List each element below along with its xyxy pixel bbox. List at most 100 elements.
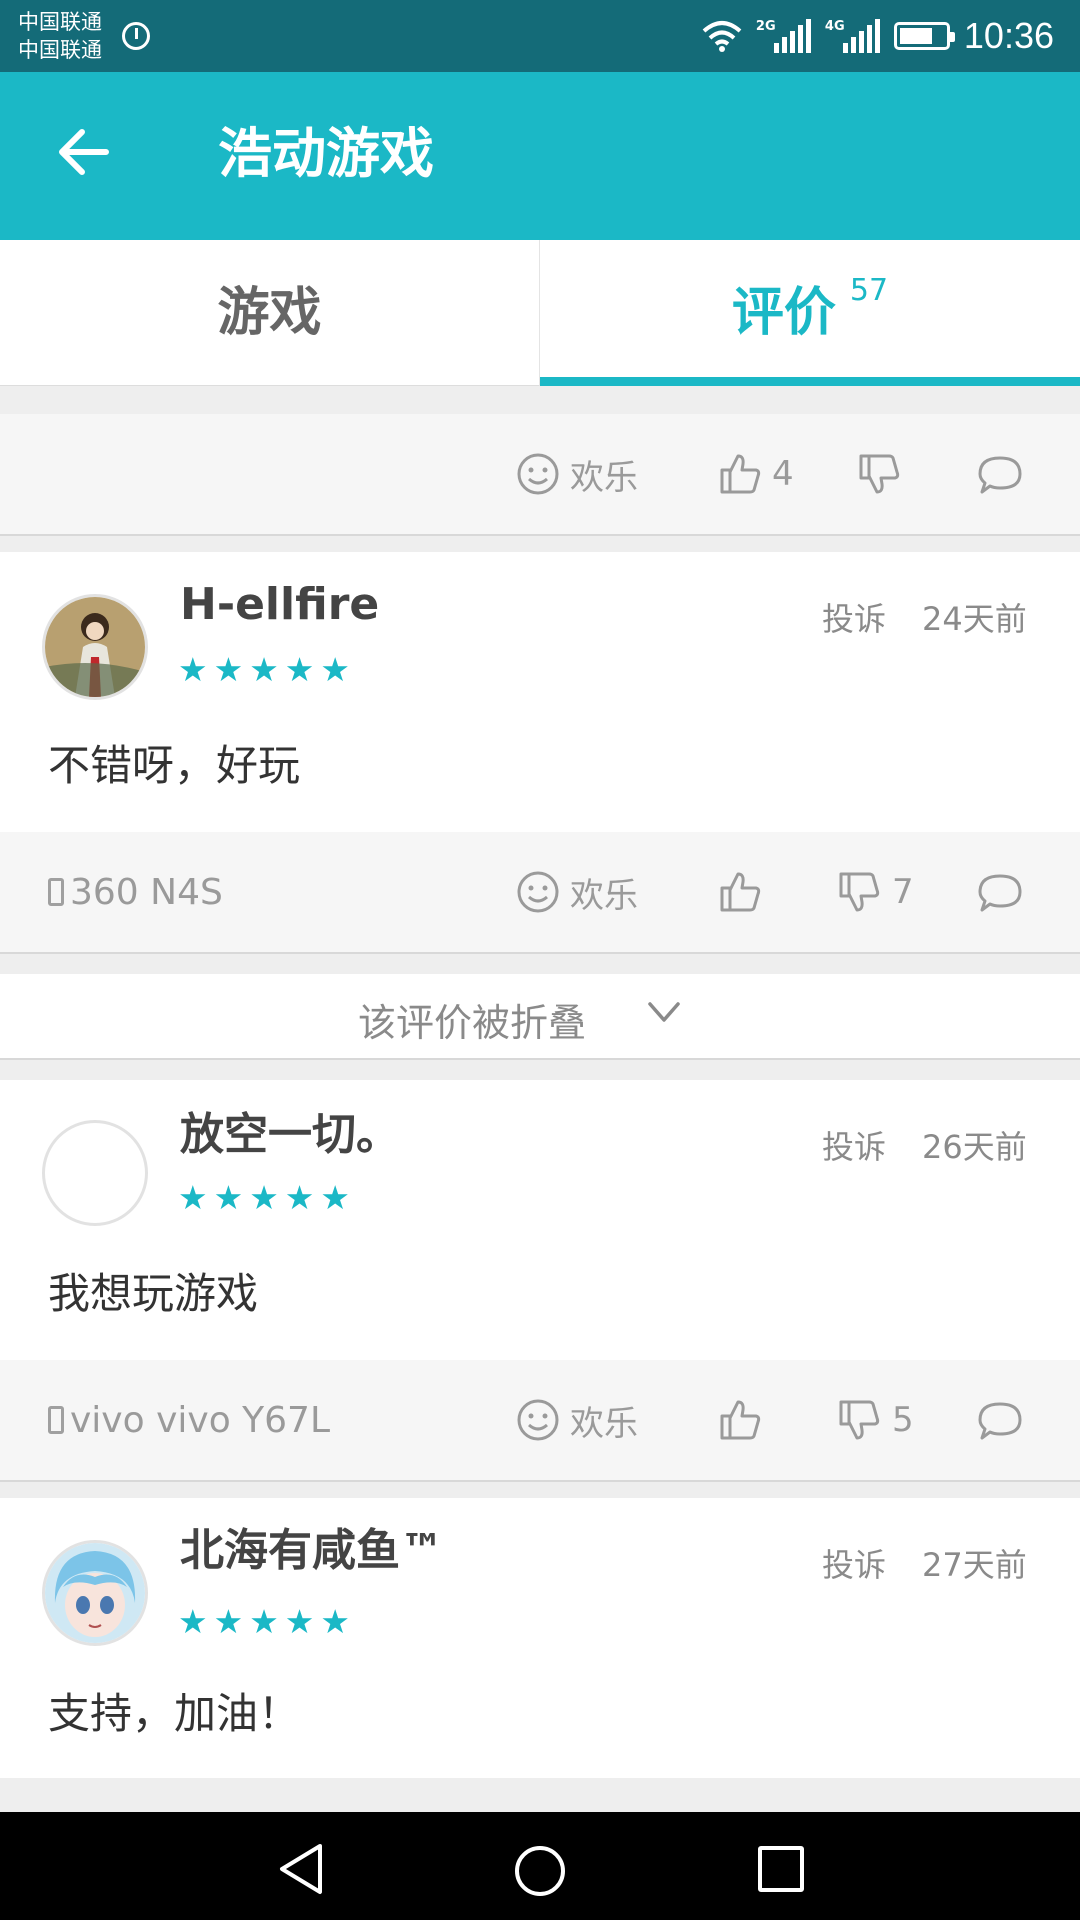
- phone-icon: [48, 1406, 64, 1434]
- battery-icon: [893, 22, 955, 50]
- star-icon: ★: [249, 1178, 279, 1217]
- mood-label: 欢乐: [570, 457, 638, 498]
- comment-icon[interactable]: [976, 452, 1024, 500]
- star-icon: ★: [249, 650, 279, 689]
- nav-back-icon[interactable]: [276, 1842, 326, 1896]
- review-count-badge: 57: [849, 273, 889, 308]
- user-avatar-image: [45, 1543, 145, 1643]
- review-action-bar: 360 N4S 欢乐 7: [0, 832, 1080, 952]
- star-icon: ★: [178, 650, 208, 689]
- star-icon: ★: [213, 1178, 244, 1217]
- signal-4g-icon: 4G: [825, 19, 880, 53]
- thumbs-down-icon[interactable]: [835, 1396, 883, 1444]
- star-icon: ★: [213, 1602, 244, 1641]
- device-name: 360 N4S: [70, 871, 223, 913]
- review-time: 27天前: [922, 1546, 1027, 1584]
- smiley-icon: [517, 1399, 559, 1441]
- dislike-count: 5: [892, 1400, 914, 1440]
- review-time: 24天前: [922, 600, 1027, 638]
- divider: [0, 1058, 1080, 1060]
- folded-notice: 该评价被折叠: [358, 1001, 587, 1045]
- tab-bar: 游戏 评价 57: [0, 240, 1080, 386]
- device-info: vivo vivo Y67L: [48, 1398, 330, 1442]
- system-navigation-bar: [0, 1812, 1080, 1920]
- status-bar: 中国联通 中国联通 2G 4G 10:36: [0, 0, 1080, 72]
- tab-games[interactable]: 游戏: [0, 240, 540, 386]
- thumbs-down-icon[interactable]: [835, 868, 883, 916]
- review-card: 放空一切。 ★ ★ ★ ★ ★ 投诉 26天前 我想玩游戏: [0, 1080, 1080, 1360]
- back-arrow-icon[interactable]: [52, 122, 112, 182]
- star-icon: ★: [284, 650, 315, 689]
- app-header: 浩动游戏: [0, 72, 1080, 240]
- folded-review-toggle[interactable]: 该评价被折叠: [0, 974, 1080, 1058]
- divider: [0, 534, 1080, 536]
- mood-tag: 欢乐: [516, 1396, 638, 1444]
- star-icon: ★: [213, 650, 244, 689]
- device-info: 360 N4S: [48, 870, 223, 914]
- username[interactable]: 北海有咸鱼™: [180, 1524, 444, 1578]
- star-rating: ★ ★ ★ ★ ★: [178, 1180, 350, 1216]
- report-link[interactable]: 投诉: [822, 1122, 886, 1168]
- avatar[interactable]: [42, 1120, 148, 1226]
- avatar[interactable]: [42, 594, 148, 700]
- page-title: 浩动游戏: [218, 122, 434, 185]
- nav-recent-apps-icon[interactable]: [758, 1846, 804, 1892]
- avatar[interactable]: [42, 1540, 148, 1646]
- star-icon: ★: [284, 1178, 315, 1217]
- thumbs-up-icon[interactable]: [716, 450, 764, 498]
- star-icon: ★: [320, 1602, 350, 1641]
- signal-2g-icon: 2G: [756, 19, 811, 53]
- tab-games-label: 游戏: [217, 283, 322, 343]
- nav-home-icon[interactable]: [515, 1846, 565, 1896]
- like-count: 4: [772, 454, 794, 494]
- review-content: 不错呀，好玩: [48, 741, 301, 790]
- device-name: vivo vivo Y67L: [70, 1399, 331, 1441]
- divider: [0, 1480, 1080, 1482]
- star-rating: ★ ★ ★ ★ ★: [178, 1604, 350, 1640]
- username[interactable]: H-ellfire: [180, 578, 379, 632]
- star-rating: ★ ★ ★ ★ ★: [178, 652, 350, 688]
- user-avatar-image: [45, 597, 145, 697]
- smiley-icon: [517, 453, 559, 495]
- network-type-1: 2G: [755, 19, 776, 34]
- review-action-bar: 欢乐 4: [0, 414, 1080, 534]
- mood-tag: 欢乐: [516, 868, 638, 916]
- dislike-count: 7: [892, 872, 914, 912]
- review-action-bar: vivo vivo Y67L 欢乐 5: [0, 1360, 1080, 1480]
- status-time: 10:36: [963, 15, 1054, 56]
- star-icon: ★: [320, 1178, 350, 1217]
- carrier-2: 中国联通: [18, 38, 102, 62]
- mood-tag: 欢乐: [516, 450, 638, 498]
- mood-label: 欢乐: [570, 1403, 638, 1444]
- report-link[interactable]: 投诉: [822, 594, 886, 640]
- report-link[interactable]: 投诉: [822, 1540, 886, 1586]
- star-icon: ★: [284, 1602, 315, 1641]
- smiley-icon: [517, 871, 559, 913]
- star-icon: ★: [249, 1602, 279, 1641]
- wifi-icon: [702, 21, 742, 52]
- thumbs-up-icon[interactable]: [716, 868, 764, 916]
- star-icon: ★: [178, 1178, 208, 1217]
- carrier-info: 中国联通 中国联通: [18, 8, 102, 64]
- review-content: 我想玩游戏: [48, 1269, 259, 1318]
- star-icon: ★: [178, 1602, 208, 1641]
- phone-icon: [48, 878, 64, 906]
- review-card: 北海有咸鱼™ ★ ★ ★ ★ ★ 投诉 27天前 支持，加油！: [0, 1498, 1080, 1778]
- review-card: H-ellfire ★ ★ ★ ★ ★ 投诉 24天前 不错呀，好玩: [0, 552, 1080, 832]
- mood-label: 欢乐: [570, 875, 638, 916]
- thumbs-down-icon[interactable]: [855, 450, 903, 498]
- active-tab-indicator: [540, 377, 1080, 386]
- carrier-1: 中国联通: [18, 10, 102, 34]
- comment-icon[interactable]: [976, 1398, 1024, 1446]
- review-time: 26天前: [922, 1128, 1027, 1166]
- username[interactable]: 放空一切。: [180, 1108, 400, 1162]
- alarm-icon: [122, 22, 150, 50]
- chevron-down-icon: [648, 1002, 680, 1022]
- divider: [0, 952, 1080, 954]
- review-content: 支持，加油！: [48, 1689, 301, 1738]
- tab-reviews[interactable]: 评价 57: [540, 240, 1080, 386]
- star-icon: ★: [320, 650, 350, 689]
- comment-icon[interactable]: [976, 870, 1024, 918]
- tab-reviews-label: 评价: [731, 283, 836, 343]
- thumbs-up-icon[interactable]: [716, 1396, 764, 1444]
